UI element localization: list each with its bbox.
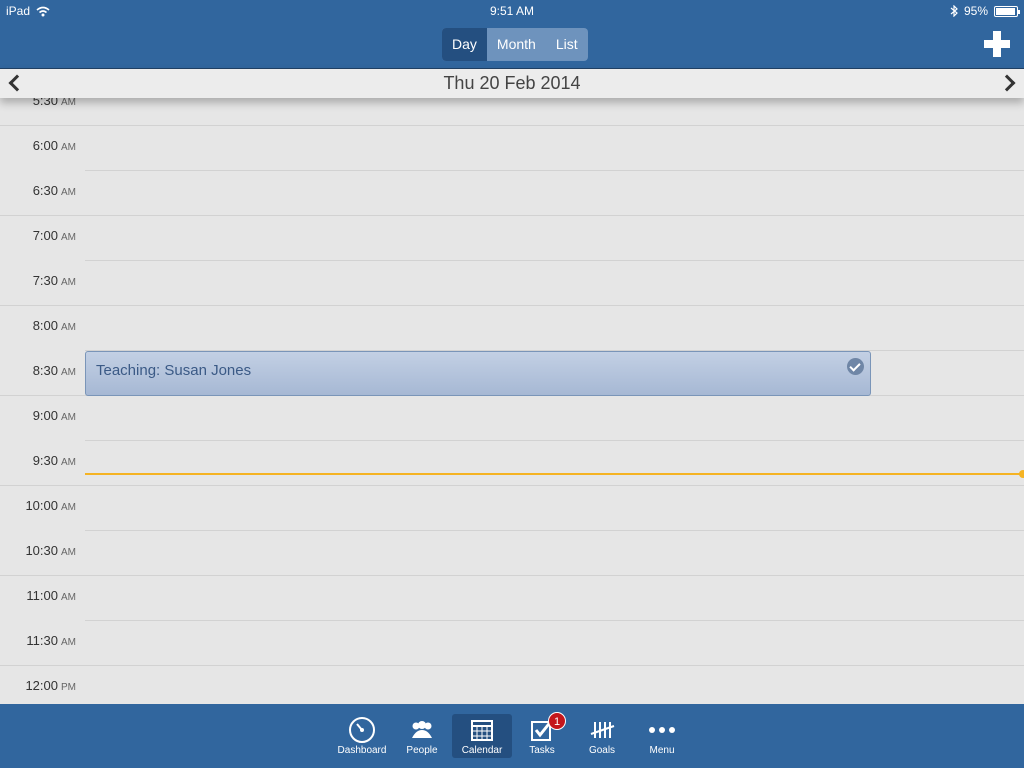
time-slot[interactable]: 12:00 PM xyxy=(0,678,1024,704)
time-value: 10:30 xyxy=(25,543,58,558)
time-label: 11:30 AM xyxy=(26,633,76,648)
time-value: 8:00 xyxy=(32,318,58,333)
status-bar: iPad 9:51 AM 95% xyxy=(0,0,1024,22)
tab-label: Dashboard xyxy=(337,745,387,756)
view-list-button[interactable]: List xyxy=(546,28,588,61)
tab-dashboard[interactable]: Dashboard xyxy=(332,714,392,758)
app-header: iPad 9:51 AM 95% Day Month List xyxy=(0,0,1024,68)
time-label: 12:00 PM xyxy=(25,678,76,693)
time-value: 6:30 xyxy=(32,183,58,198)
calendar-icon xyxy=(471,720,493,741)
grid-line xyxy=(0,665,1024,666)
tab-label: Tasks xyxy=(529,745,555,756)
time-period: AM xyxy=(61,637,76,648)
time-period: AM xyxy=(61,142,76,153)
people-icon xyxy=(412,721,432,738)
current-date: Thu 20 Feb 2014 xyxy=(443,73,581,93)
day-grid[interactable]: 5:30 AM 6:00 AM 6:30 AM 7:00 AM 7:30 AM 8:00 AM 8:30… xyxy=(0,98,1024,704)
current-time-dot xyxy=(1019,470,1024,478)
grid-line xyxy=(0,305,1024,306)
time-period: AM xyxy=(61,367,76,378)
time-period: AM xyxy=(61,98,76,108)
tab-label: People xyxy=(406,745,438,756)
time-value: 12:00 xyxy=(25,678,58,693)
time-period: AM xyxy=(61,277,76,288)
view-day-button[interactable]: Day xyxy=(442,28,487,61)
grid-line xyxy=(0,485,1024,486)
time-period: AM xyxy=(61,232,76,243)
time-period: PM xyxy=(61,682,76,693)
time-label: 6:00 AM xyxy=(33,138,76,153)
time-value: 9:00 xyxy=(32,408,58,423)
grid-line xyxy=(85,260,1024,261)
time-period: AM xyxy=(61,502,76,513)
tab-label: Calendar xyxy=(461,745,503,756)
grid-line xyxy=(85,620,1024,621)
status-right: 95% xyxy=(950,4,1020,18)
add-icon[interactable] xyxy=(984,31,1010,57)
grid-line xyxy=(0,125,1024,126)
tab-label: Goals xyxy=(588,745,616,756)
menu-icon xyxy=(649,727,675,733)
time-value: 5:30 xyxy=(32,98,58,108)
time-label: 7:30 AM xyxy=(33,273,76,288)
goals-icon xyxy=(590,722,615,738)
tab-people[interactable]: People xyxy=(392,714,452,758)
battery-percent: 95% xyxy=(963,4,988,18)
grid-line xyxy=(85,170,1024,171)
time-value: 10:00 xyxy=(25,498,58,513)
tab-menu[interactable]: Menu xyxy=(632,714,692,758)
checkmark-icon xyxy=(847,358,864,375)
time-period: AM xyxy=(61,322,76,333)
time-value: 7:30 xyxy=(32,273,58,288)
time-label: 8:00 AM xyxy=(33,318,76,333)
grid-line xyxy=(85,530,1024,531)
tab-label: Menu xyxy=(649,745,675,756)
time-period: AM xyxy=(61,187,76,198)
time-label: 8:30 AM xyxy=(33,363,76,378)
time-label: 9:30 AM xyxy=(33,453,76,468)
grid-line xyxy=(0,575,1024,576)
status-time: 9:51 AM xyxy=(489,4,535,18)
tab-calendar[interactable]: Calendar xyxy=(452,714,512,758)
calendar-event[interactable]: Teaching: Susan Jones xyxy=(85,351,871,396)
time-label: 9:00 AM xyxy=(33,408,76,423)
tab-goals[interactable]: Goals xyxy=(572,714,632,758)
current-time-line xyxy=(85,473,1024,475)
time-period: AM xyxy=(61,457,76,468)
time-label: 6:30 AM xyxy=(33,183,76,198)
tasks-badge: 1 xyxy=(548,712,566,730)
time-label: 10:00 AM xyxy=(25,498,76,513)
grid-line xyxy=(85,440,1024,441)
time-period: AM xyxy=(61,547,76,558)
time-value: 11:00 xyxy=(26,588,58,603)
tab-bar: Dashboard People Calendar 1 Tasks Goals … xyxy=(0,704,1024,768)
time-value: 11:30 xyxy=(26,633,58,648)
time-period: AM xyxy=(61,592,76,603)
time-value: 9:30 xyxy=(32,453,58,468)
event-title: Teaching: Susan Jones xyxy=(96,362,252,379)
view-switcher: Day Month List xyxy=(442,28,588,61)
time-value: 6:00 xyxy=(32,138,58,153)
time-label: 11:00 AM xyxy=(26,588,76,603)
time-value: 8:30 xyxy=(32,363,58,378)
battery-icon xyxy=(994,5,1020,17)
grid-line xyxy=(0,215,1024,216)
time-value: 7:00 xyxy=(32,228,58,243)
tab-list: Dashboard People Calendar 1 Tasks Goals … xyxy=(332,712,692,758)
time-period: AM xyxy=(61,412,76,423)
view-month-button[interactable]: Month xyxy=(487,28,546,61)
dashboard-icon xyxy=(349,717,375,743)
time-label: 7:00 AM xyxy=(33,228,76,243)
time-label: 10:30 AM xyxy=(25,543,76,558)
date-bar: Thu 20 Feb 2014 xyxy=(0,68,1024,98)
time-label: 5:30 AM xyxy=(33,98,76,108)
tab-tasks[interactable]: 1 Tasks xyxy=(512,712,572,758)
bluetooth-icon xyxy=(950,5,958,17)
